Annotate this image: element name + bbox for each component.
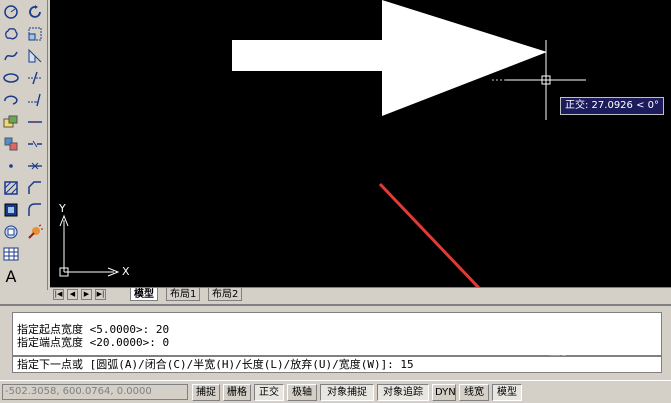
canvas-graphics bbox=[59, 0, 586, 287]
extend-icon[interactable] bbox=[25, 90, 45, 110]
layout-tabs-bar: |◀ ◀ ▶ ▶| 模型 布局1 布局2 bbox=[50, 287, 671, 301]
status-bar: -502.3058, 600.0764, 0.0000 捕捉 栅格 正交 极轴 … bbox=[0, 380, 671, 403]
drawn-arrow-shape bbox=[232, 0, 547, 116]
annotation-arrow bbox=[378, 182, 481, 287]
tab-layout2[interactable]: 布局2 bbox=[208, 288, 243, 301]
spline-icon[interactable] bbox=[1, 46, 21, 66]
baidu-jingyan-watermark: Bai 经验 bbox=[510, 339, 577, 358]
ucs-icon bbox=[59, 214, 120, 277]
ucs-y-label: Y bbox=[59, 202, 66, 215]
gradient-icon[interactable] bbox=[1, 200, 21, 220]
make-block-icon[interactable] bbox=[1, 134, 21, 154]
hatch-icon[interactable] bbox=[1, 178, 21, 198]
coordinate-readout: -502.3058, 600.0764, 0.0000 bbox=[2, 384, 188, 400]
tab-layout1[interactable]: 布局1 bbox=[166, 288, 201, 301]
dynamic-input-tooltip: 正交: 27.0926 < 0° bbox=[560, 97, 664, 115]
point-icon[interactable] bbox=[1, 156, 21, 176]
next-tab-button[interactable]: ▶ bbox=[81, 289, 92, 300]
ortho-toggle[interactable]: 正交 bbox=[254, 384, 284, 401]
trim-icon[interactable] bbox=[25, 68, 45, 88]
last-tab-button[interactable]: ▶| bbox=[95, 289, 106, 300]
osnap-toggle[interactable]: 对象捕捉 bbox=[320, 384, 374, 401]
drawing-canvas[interactable]: Y X 正交: 27.0926 < 0° bbox=[50, 0, 671, 287]
model-space-toggle[interactable]: 模型 bbox=[492, 384, 522, 401]
break-point-icon[interactable] bbox=[25, 112, 45, 132]
otrack-toggle[interactable]: 对象追踪 bbox=[377, 384, 429, 401]
chamfer-icon[interactable] bbox=[25, 178, 45, 198]
insert-block-icon[interactable] bbox=[1, 112, 21, 132]
grid-toggle[interactable]: 栅格 bbox=[223, 384, 251, 401]
break-icon[interactable] bbox=[25, 134, 45, 154]
polar-toggle[interactable]: 极轴 bbox=[287, 384, 317, 401]
draw-toolbar: A bbox=[1, 2, 23, 288]
tab-model[interactable]: 模型 bbox=[130, 288, 158, 301]
revision-cloud-icon[interactable] bbox=[1, 24, 21, 44]
circle-icon[interactable] bbox=[1, 2, 21, 22]
table-icon[interactable] bbox=[1, 244, 21, 264]
stretch-icon[interactable] bbox=[25, 46, 45, 66]
mtext-icon[interactable]: A bbox=[1, 266, 21, 286]
ellipse-icon[interactable] bbox=[1, 68, 21, 88]
region-icon[interactable] bbox=[1, 222, 21, 242]
explode-icon[interactable] bbox=[25, 222, 45, 242]
fillet-icon[interactable] bbox=[25, 200, 45, 220]
join-icon[interactable] bbox=[25, 156, 45, 176]
first-tab-button[interactable]: |◀ bbox=[53, 289, 64, 300]
ucs-x-label: X bbox=[122, 265, 130, 278]
ellipse-arc-icon[interactable] bbox=[1, 90, 21, 110]
dyn-toggle[interactable]: DYN bbox=[432, 384, 456, 401]
draw-modify-toolbar: A bbox=[0, 0, 48, 290]
lineweight-toggle[interactable]: 线宽 bbox=[459, 384, 489, 401]
snap-toggle[interactable]: 捕捉 bbox=[192, 384, 220, 401]
rotate-icon[interactable] bbox=[25, 2, 45, 22]
modify-toolbar bbox=[25, 2, 47, 244]
scale-icon[interactable] bbox=[25, 24, 45, 44]
prev-tab-button[interactable]: ◀ bbox=[67, 289, 78, 300]
